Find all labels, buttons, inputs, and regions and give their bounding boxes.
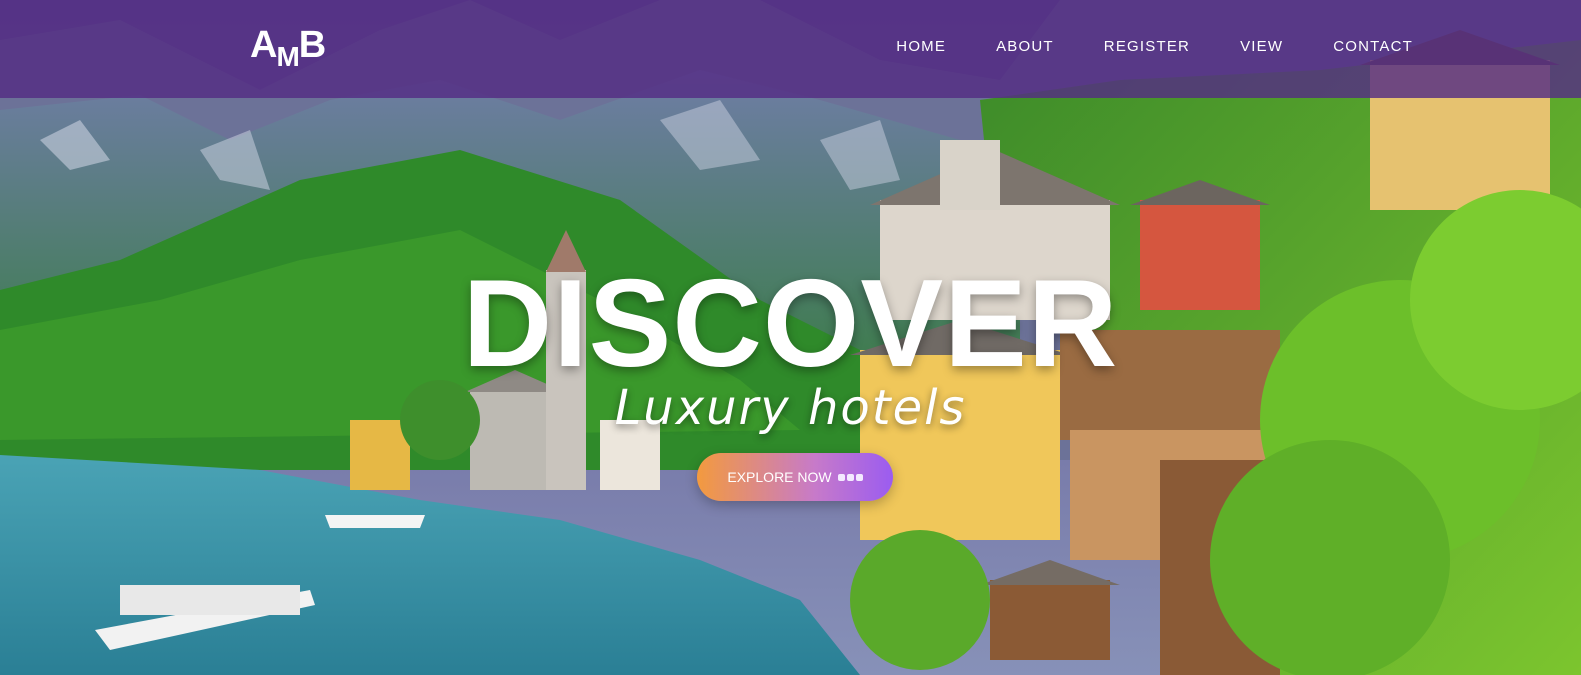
- nav-home-link[interactable]: HOME: [896, 38, 946, 55]
- nav-about-link[interactable]: ABOUT: [996, 38, 1054, 55]
- top-navbar: AMB HOME ABOUT REGISTER VIEW CONTACT: [0, 0, 1581, 98]
- dots-icon: [837, 473, 863, 481]
- hero-section: AMB HOME ABOUT REGISTER VIEW CONTACT DIS…: [0, 0, 1581, 675]
- hero-subheadline: Luxury hotels: [614, 380, 967, 436]
- explore-now-label: EXPLORE NOW: [727, 469, 832, 485]
- logo-letter-b: B: [298, 24, 326, 66]
- explore-now-button[interactable]: EXPLORE NOW: [697, 453, 893, 501]
- nav-links: HOME ABOUT REGISTER VIEW CONTACT: [846, 38, 1413, 55]
- nav-register-link[interactable]: REGISTER: [1104, 38, 1190, 55]
- logo-letter-a: A: [250, 24, 277, 66]
- site-logo[interactable]: AMB: [250, 24, 326, 72]
- nav-contact-link[interactable]: CONTACT: [1333, 38, 1413, 55]
- hero-headline: DISCOVER: [462, 255, 1119, 393]
- logo-letter-m: M: [276, 41, 299, 72]
- nav-view-link[interactable]: VIEW: [1240, 38, 1283, 55]
